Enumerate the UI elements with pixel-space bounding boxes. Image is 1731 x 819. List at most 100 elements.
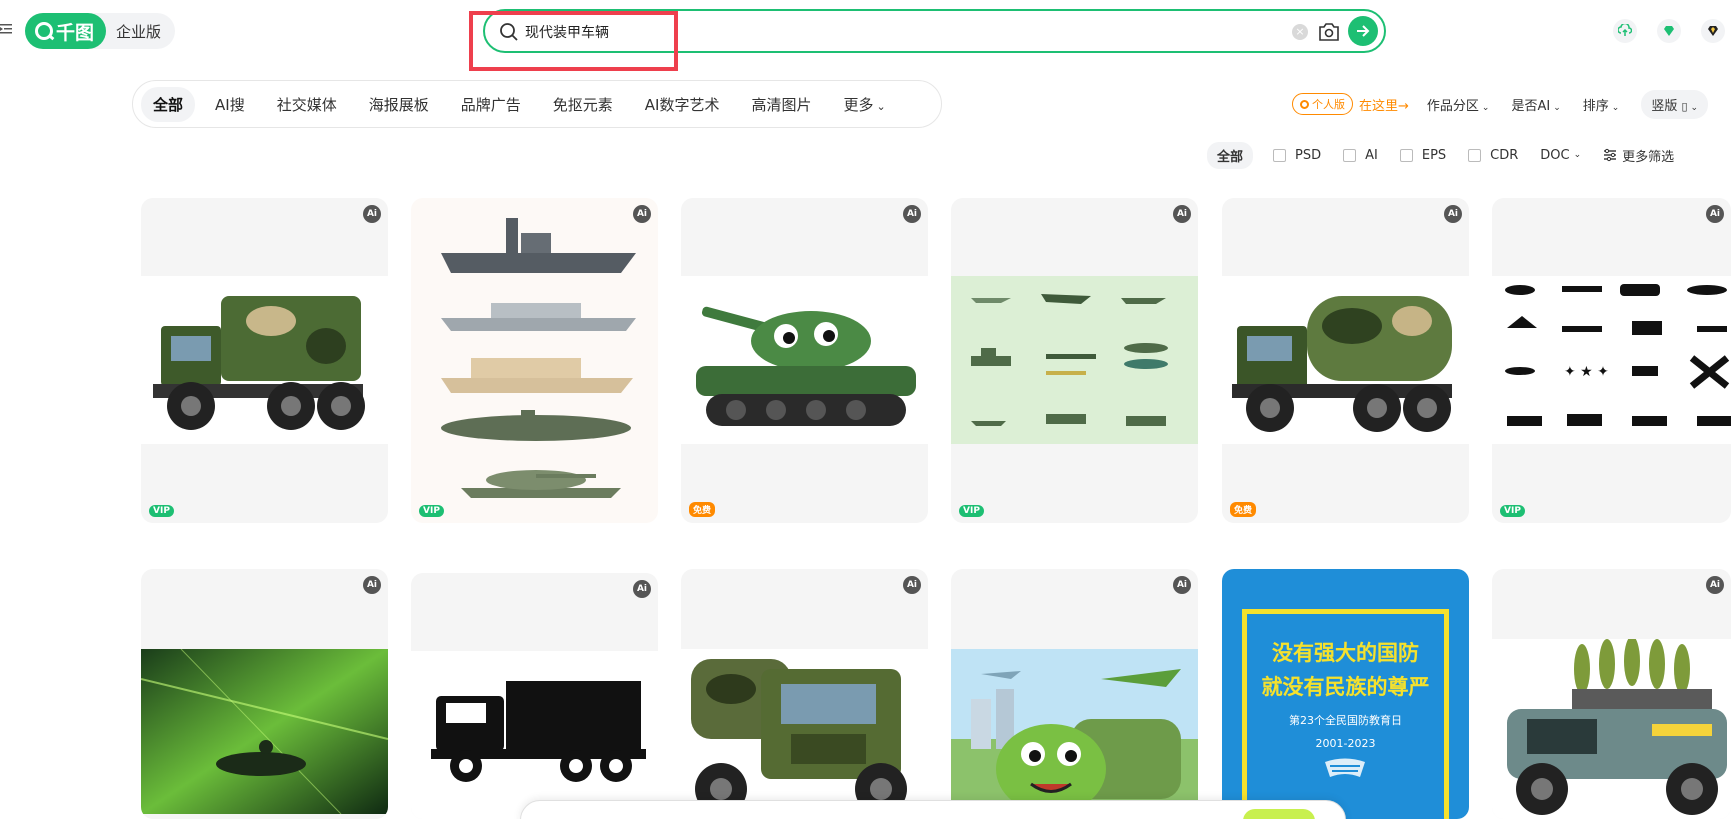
ai-badge-icon: Ai [363, 205, 381, 223]
free-tag: 免费 [1230, 502, 1257, 517]
category-tab-all[interactable]: 全部 [141, 86, 196, 122]
chevron-down-icon: ⌄ [1573, 150, 1582, 160]
logo[interactable]: 千图 企业版 [25, 13, 176, 49]
chevron-down-icon: ⌄ [1690, 102, 1699, 113]
diamond-premium-icon[interactable] [1701, 19, 1725, 43]
vertical-label: 竖版 [1651, 98, 1678, 114]
category-tab-poster[interactable]: 海报展板 [357, 87, 441, 122]
format-psd-checkbox[interactable]: PSD [1273, 148, 1321, 163]
ai-badge-icon: Ai [1173, 576, 1191, 594]
poster-line2: 就没有民族的尊严 [1261, 675, 1430, 699]
sort-dropdown[interactable]: 排序 ⌄ [1583, 95, 1620, 114]
result-card[interactable]: Ai VIP [951, 198, 1198, 523]
is-ai-label: 是否AI [1511, 98, 1551, 114]
enterprise-edition-label[interactable]: 企业版 [116, 21, 161, 42]
here-link[interactable]: 在这里→ [1359, 95, 1409, 114]
is-ai-dropdown[interactable]: 是否AI ⌄ [1511, 95, 1560, 114]
checkbox[interactable] [1273, 148, 1287, 162]
right-filters: 个人版 在这里→ 作品分区 ⌄ 是否AI ⌄ 排序 ⌄ 竖版 ▯ ⌄ [1292, 89, 1709, 119]
category-tab-ai-search[interactable]: AI搜 [203, 87, 257, 122]
chevron-down-icon: ⌄ [1553, 102, 1561, 113]
bottom-panel-action-button[interactable] [1243, 809, 1315, 819]
card-image [141, 276, 388, 444]
format-cdr-checkbox[interactable]: CDR [1468, 148, 1518, 163]
personal-edition-badge[interactable]: 个人版 [1292, 93, 1353, 115]
card-image [681, 649, 928, 819]
free-tag: 免费 [689, 502, 716, 517]
result-card[interactable]: Ai [951, 569, 1198, 819]
vip-tag: VIP [1500, 505, 1525, 517]
search-bar[interactable]: × [483, 9, 1386, 53]
more-label: 更多 [843, 95, 874, 114]
upload-icon[interactable] [1613, 19, 1637, 43]
checkbox[interactable] [1399, 148, 1413, 162]
logo-pill: 千图 [25, 13, 107, 49]
checkbox[interactable] [1343, 148, 1357, 162]
format-label: AI [1365, 147, 1378, 163]
camera-search-icon[interactable] [1318, 21, 1340, 43]
result-card[interactable]: Ai 免费 [1222, 198, 1469, 523]
zone-dropdown[interactable]: 作品分区 ⌄ [1427, 95, 1490, 114]
category-tab-hd-images[interactable]: 高清图片 [739, 87, 823, 122]
card-image [411, 651, 658, 819]
vertical-layout-dropdown[interactable]: 竖版 ▯ ⌄ [1641, 89, 1709, 119]
result-card[interactable]: Ai [681, 569, 928, 819]
more-filter-button[interactable]: 更多筛选 [1603, 146, 1674, 165]
result-card[interactable]: Ai [141, 569, 388, 819]
category-tab-more[interactable]: 更多 ⌄ [831, 87, 897, 122]
ai-badge-icon: Ai [1706, 576, 1724, 594]
ai-badge-icon: Ai [903, 205, 921, 223]
result-card[interactable]: Ai VIP [411, 198, 658, 523]
card-image: ✦ ★ ✦ [1492, 276, 1731, 444]
vip-tag: VIP [419, 505, 444, 517]
format-filters: 全部 PSD AI EPS CDR DOC ⌄ 更多筛选 [1207, 141, 1674, 169]
format-label: PSD [1295, 147, 1322, 163]
filter-sliders-icon [1604, 148, 1617, 162]
chevron-down-icon: ⌄ [1611, 102, 1620, 113]
poster-years: 2001-2023 [1315, 737, 1376, 750]
chevron-down-icon: ⌄ [876, 99, 886, 113]
diamond-vip-icon[interactable] [1657, 19, 1681, 43]
result-card[interactable]: Ai [1492, 569, 1731, 819]
search-input[interactable] [525, 21, 1145, 43]
search-submit-button[interactable] [1348, 16, 1378, 46]
card-image [951, 649, 1198, 819]
result-card[interactable]: 没有强大的国防 就没有民族的尊严 第23个全民国防教育日 2001-2023 [1222, 569, 1469, 819]
doc-dropdown[interactable]: DOC ⌄ [1540, 148, 1581, 163]
ai-badge-icon: Ai [1173, 205, 1191, 223]
menu-icon[interactable] [0, 22, 14, 36]
result-card[interactable]: Ai VIP [141, 198, 388, 523]
arrow-right-icon [1357, 25, 1370, 37]
format-label: EPS [1421, 147, 1447, 163]
portrait-icon: ▯ [1681, 99, 1688, 113]
format-ai-checkbox[interactable]: AI [1343, 148, 1378, 163]
category-tab-ai-art[interactable]: AI数字艺术 [633, 87, 732, 122]
category-nav: 全部 AI搜 社交媒体 海报展板 品牌广告 免抠元素 AI数字艺术 高清图片 更… [132, 80, 942, 128]
category-tab-brand-ads[interactable]: 品牌广告 [449, 87, 533, 122]
ai-badge-icon: Ai [1706, 205, 1724, 223]
svg-text:✦ ★ ✦: ✦ ★ ✦ [1564, 364, 1609, 380]
category-tab-social-media[interactable]: 社交媒体 [265, 87, 349, 122]
poster-ribbon-icon [1325, 758, 1365, 777]
ai-badge-icon: Ai [363, 576, 381, 594]
card-image [1222, 276, 1469, 444]
ai-badge-icon: Ai [903, 576, 921, 594]
bottom-floating-panel[interactable] [520, 800, 1346, 819]
ai-badge-icon: Ai [633, 580, 651, 598]
category-tab-cutout[interactable]: 免抠元素 [541, 87, 625, 122]
format-eps-checkbox[interactable]: EPS [1399, 147, 1447, 163]
result-card[interactable]: Ai [411, 573, 658, 819]
ai-badge-icon: Ai [1444, 205, 1462, 223]
clear-search-button[interactable]: × [1292, 24, 1308, 40]
checkbox[interactable] [1468, 148, 1482, 162]
card-image [681, 276, 928, 444]
poster-line1: 没有强大的国防 [1272, 641, 1419, 665]
card-image [951, 276, 1198, 444]
ai-badge-icon: Ai [633, 205, 651, 223]
result-card[interactable]: ✦ ★ ✦ Ai VIP [1492, 198, 1731, 523]
result-card[interactable]: Ai 免费 [681, 198, 928, 523]
format-all-button[interactable]: 全部 [1207, 141, 1254, 169]
card-image [141, 649, 388, 814]
badge-dot-icon [1300, 99, 1309, 109]
vip-tag: VIP [149, 505, 174, 517]
